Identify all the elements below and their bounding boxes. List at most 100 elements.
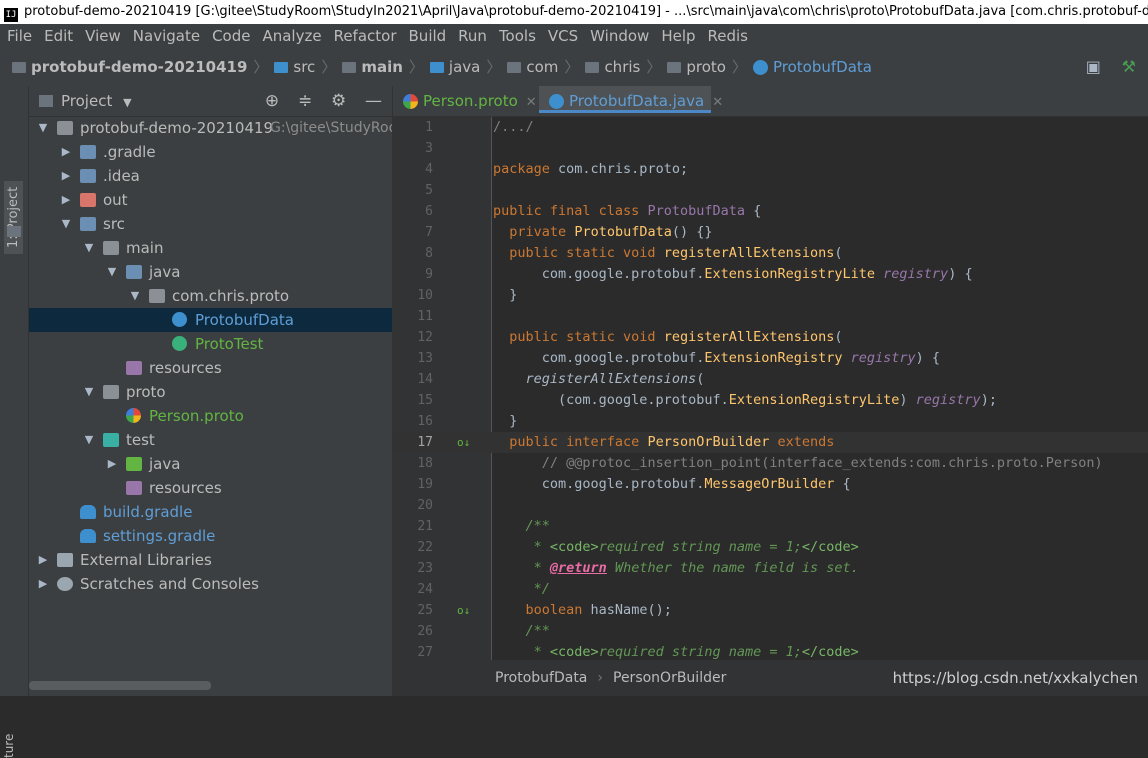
menu-analyze[interactable]: Analyze <box>262 24 321 48</box>
chevron-down-icon[interactable]: ▼ <box>83 380 95 404</box>
line-number: 4 <box>425 162 433 177</box>
line-number: 5 <box>425 183 433 198</box>
minimize-icon[interactable]: — <box>365 86 382 116</box>
chevron-right-icon[interactable]: ▶ <box>60 140 72 164</box>
tree-item[interactable]: Person.proto <box>29 404 392 428</box>
terminal-icon[interactable]: ▣ <box>1086 48 1101 86</box>
tree-item-label: protobuf-demo-20210419 <box>80 119 274 137</box>
status-crumb-class[interactable]: ProtobufData <box>495 670 587 686</box>
implemented-icon[interactable]: o↓ <box>457 604 470 617</box>
tree-item-label: java <box>149 263 181 281</box>
crosshair-icon[interactable]: ⊕ <box>265 86 279 116</box>
folder-icon <box>126 481 142 495</box>
implemented-icon[interactable]: o↓ <box>457 436 470 449</box>
tree-item[interactable]: ▶ out <box>29 188 392 212</box>
chevron-down-icon[interactable]: ▼ <box>83 236 95 260</box>
menu-tools[interactable]: Tools <box>499 24 536 48</box>
code-area[interactable]: 1 /.../ 3 4 package com.chris.proto; 5 6 public… <box>393 117 1148 661</box>
tree-item-label: Person.proto <box>149 407 244 425</box>
breadcrumb-proto[interactable]: proto 〉 <box>667 48 747 86</box>
menu-edit[interactable]: Edit <box>44 24 73 48</box>
chevron-right-icon[interactable]: ▶ <box>37 572 49 596</box>
tree-item[interactable]: ▼ main <box>29 236 392 260</box>
tree-item[interactable]: settings.gradle <box>29 524 392 548</box>
proto-file-icon <box>126 408 141 423</box>
menu-vcs[interactable]: VCS <box>548 24 578 48</box>
breadcrumb-main[interactable]: main 〉 <box>342 48 424 86</box>
tree-item[interactable]: ▼ proto <box>29 380 392 404</box>
chevron-down-icon[interactable]: ▼ <box>106 260 118 284</box>
intellij-logo-icon: IJ <box>4 8 18 22</box>
project-view-select[interactable]: Project <box>61 92 112 110</box>
menu-redis[interactable]: Redis <box>708 24 748 48</box>
tree-item[interactable]: resources <box>29 476 392 500</box>
tree-item[interactable]: ▶ .idea <box>29 164 392 188</box>
tree-item[interactable]: ProtobufData <box>29 308 392 332</box>
tree-item[interactable]: resources <box>29 356 392 380</box>
status-crumb-interface[interactable]: PersonOrBuilder <box>613 670 726 686</box>
project-icon <box>39 95 53 107</box>
proto-file-icon <box>403 94 418 109</box>
breadcrumb-file[interactable]: ProtobufData <box>752 48 872 86</box>
tree-item-label: .gradle <box>103 143 156 161</box>
chevron-down-icon[interactable]: ▼ <box>37 116 49 140</box>
breadcrumb-java[interactable]: java 〉 <box>429 48 501 86</box>
collapse-icon[interactable]: ≑ <box>298 86 312 116</box>
tree-item[interactable]: ▼ com.chris.proto <box>29 284 392 308</box>
tree-item[interactable]: ▶ java <box>29 452 392 476</box>
chevron-down-icon[interactable]: ▼ <box>129 284 141 308</box>
tree-item-label: .idea <box>103 167 140 185</box>
menu-window[interactable]: Window <box>590 24 649 48</box>
chevron-down-icon[interactable]: ▼ <box>83 428 95 452</box>
menu-build[interactable]: Build <box>409 24 447 48</box>
breadcrumb-com[interactable]: com 〉 <box>507 48 579 86</box>
tree-item[interactable]: ▼ protobuf-demo-20210419G:\gitee\StudyRoo… <box>29 116 392 140</box>
folder-icon <box>57 121 73 135</box>
chevron-right-icon[interactable]: ▶ <box>106 452 118 476</box>
line-number: 22 <box>417 540 433 555</box>
code-line: com.google.protobuf.MessageOrBuilder { <box>493 476 851 492</box>
folder-icon <box>126 265 142 279</box>
menu-refactor[interactable]: Refactor <box>334 24 397 48</box>
menu-run[interactable]: Run <box>458 24 487 48</box>
horizontal-scrollbar[interactable] <box>29 681 211 690</box>
tree-item[interactable]: ▼ java <box>29 260 392 284</box>
chevron-right-icon[interactable]: ▶ <box>60 164 72 188</box>
menu-view[interactable]: View <box>85 24 121 48</box>
menu-navigate[interactable]: Navigate <box>133 24 200 48</box>
folder-icon <box>149 289 165 303</box>
menu-help[interactable]: Help <box>661 24 695 48</box>
class-icon <box>549 94 564 109</box>
tree-item[interactable]: ProtoTest <box>29 332 392 356</box>
tree-item[interactable]: ▶ External Libraries <box>29 548 392 572</box>
editor-tab[interactable]: ProtobufData.java ✕ <box>539 86 723 113</box>
breadcrumb-project[interactable]: protobuf-demo-20210419 〉 <box>12 48 268 86</box>
class-icon <box>172 312 187 327</box>
line-number: 19 <box>417 477 433 492</box>
breadcrumb-src[interactable]: src 〉 <box>274 48 336 86</box>
close-icon[interactable]: ✕ <box>712 95 723 110</box>
tree-item-label: out <box>103 191 128 209</box>
chevron-right-icon[interactable]: ▶ <box>60 188 72 212</box>
editor-tab[interactable]: Person.proto ✕ <box>393 86 539 116</box>
project-tool-tab[interactable]: 1: Project <box>4 180 23 254</box>
chevron-down-icon[interactable]: ▼ <box>123 96 131 109</box>
line-number: 10 <box>417 288 433 303</box>
breadcrumb-chris[interactable]: chris 〉 <box>585 48 661 86</box>
hammer-icon[interactable]: ⚒ <box>1122 48 1136 86</box>
tree-item[interactable]: ▼ src <box>29 212 392 236</box>
chevron-down-icon[interactable]: ▼ <box>60 212 72 236</box>
line-number: 12 <box>417 330 433 345</box>
menu-code[interactable]: Code <box>212 24 250 48</box>
gear-icon[interactable]: ⚙ <box>331 86 346 116</box>
tree-item[interactable]: build.gradle <box>29 500 392 524</box>
close-icon[interactable]: ✕ <box>526 95 537 110</box>
chevron-right-icon[interactable]: ▶ <box>37 548 49 572</box>
code-line: public static void registerAllExtensions… <box>509 329 843 345</box>
structure-tool-tab[interactable]: ture <box>2 734 16 758</box>
tree-item[interactable]: ▶ Scratches and Consoles <box>29 572 392 596</box>
tree-item[interactable]: ▶ .gradle <box>29 140 392 164</box>
menu-file[interactable]: File <box>7 24 32 48</box>
code-line: */ <box>533 581 550 597</box>
tree-item[interactable]: ▼ test <box>29 428 392 452</box>
